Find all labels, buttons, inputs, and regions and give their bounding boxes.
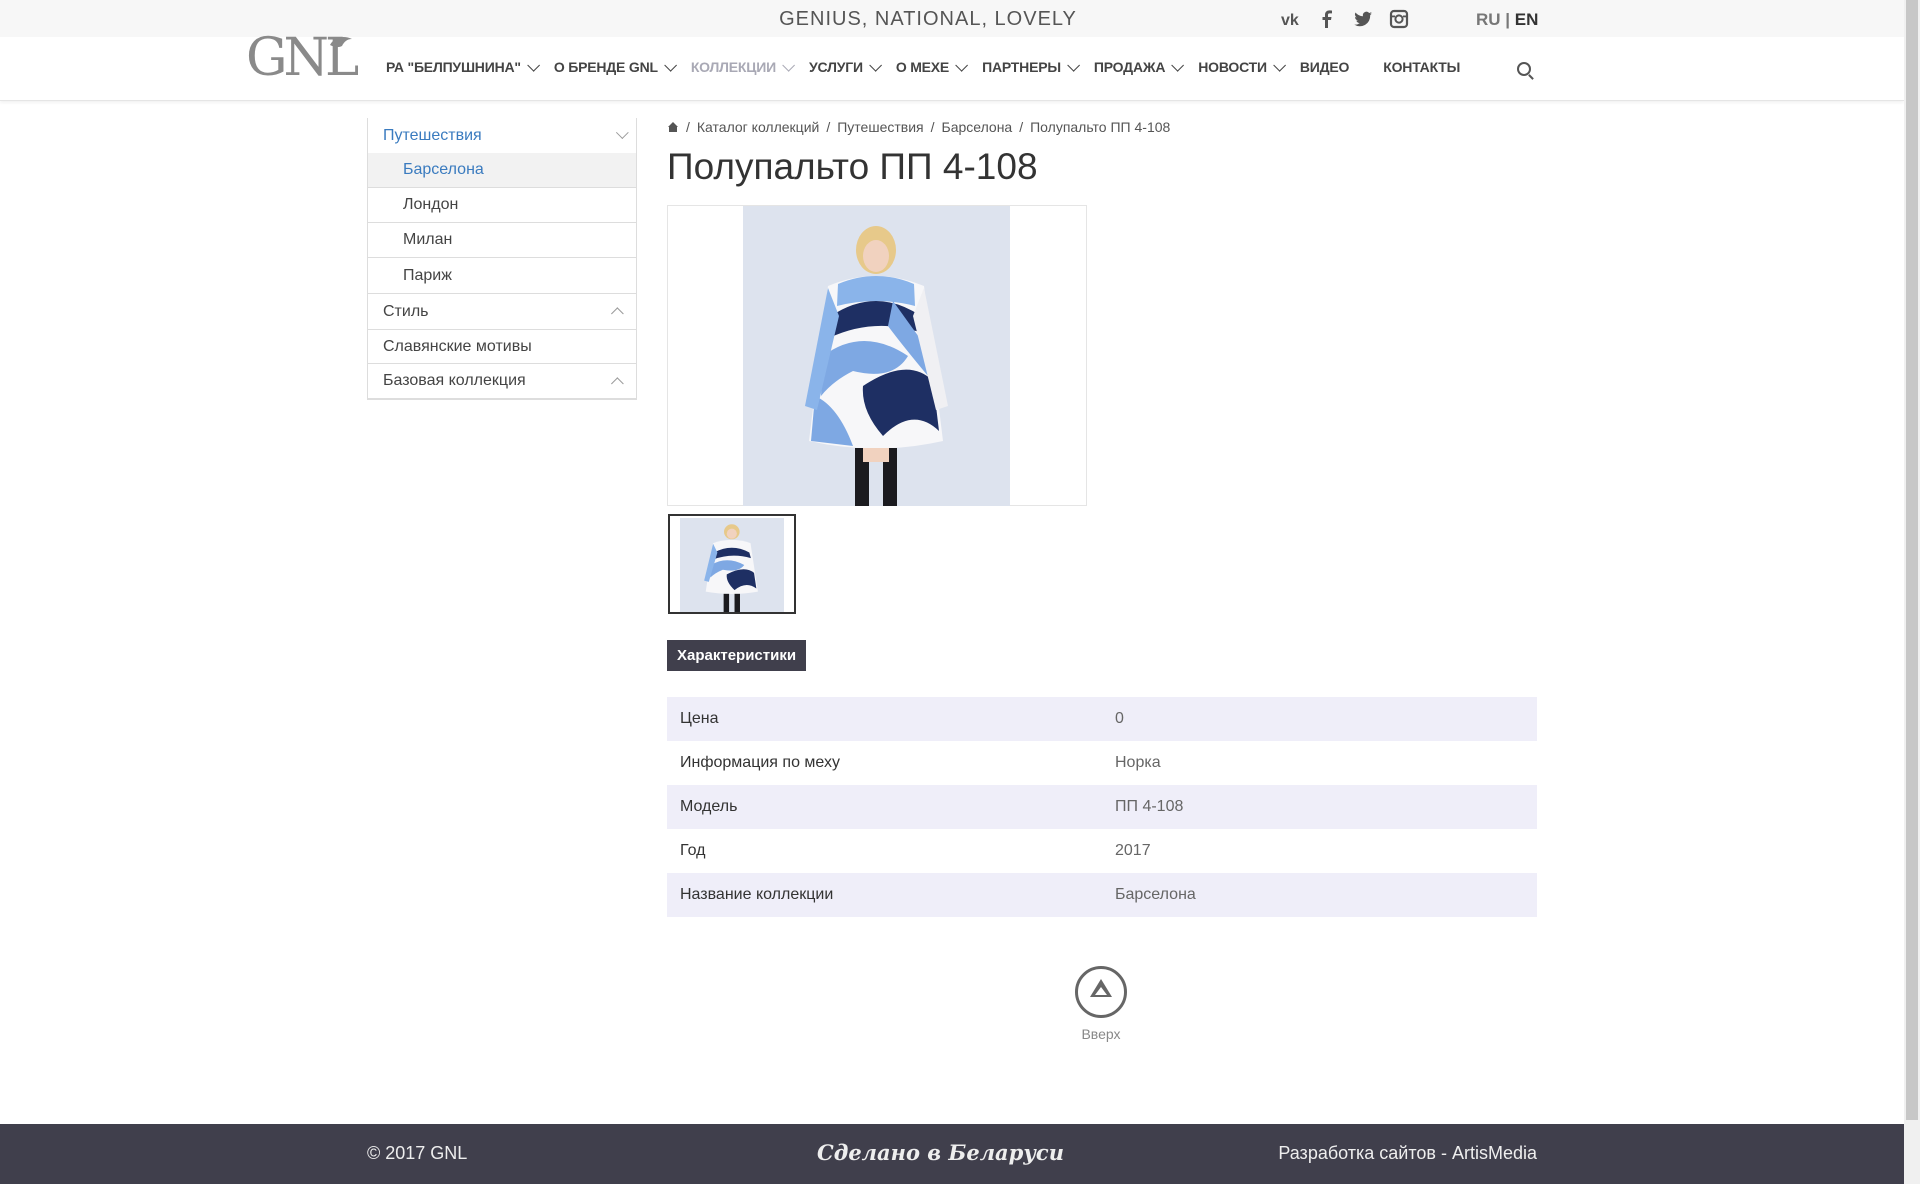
sidebar-item-travel[interactable]: Путешествия bbox=[368, 118, 636, 153]
spec-value: 2017 bbox=[1115, 842, 1151, 859]
sidebar-subitem-barcelona[interactable]: Барселона bbox=[368, 153, 636, 188]
language-switcher: RU | EN bbox=[1476, 10, 1538, 30]
chevron-up-icon[interactable] bbox=[611, 307, 624, 320]
nav-item-news[interactable]: НОВОСТИ bbox=[1198, 58, 1286, 75]
sidebar-item-base[interactable]: Базовая коллекция bbox=[368, 364, 636, 399]
header: GNL РА "БЕЛПУШНИНА" О БРЕНДЕ GNL КОЛЛЕКЦ… bbox=[0, 28, 1904, 101]
back-to-top-icon[interactable] bbox=[1075, 966, 1127, 1018]
nav-item-belpushnina[interactable]: РА "БЕЛПУШНИНА" bbox=[386, 58, 540, 75]
nav-item-about-fur[interactable]: О МЕХЕ bbox=[896, 58, 969, 75]
specs-table: Цена 0 Информация по меху Норка Модель П… bbox=[667, 697, 1537, 917]
product-main-image[interactable] bbox=[667, 205, 1087, 506]
category-sidebar: Путешествия Барселона Лондон Милан Париж… bbox=[367, 118, 637, 400]
coat-thumbnail-illustration bbox=[680, 518, 784, 612]
facebook-icon[interactable] bbox=[1316, 8, 1338, 30]
spec-key: Год bbox=[680, 842, 706, 859]
product-thumbnail[interactable] bbox=[668, 514, 796, 614]
spec-key: Модель bbox=[667, 785, 1102, 829]
spec-key: Название коллекции bbox=[667, 873, 1102, 917]
chevron-down-icon bbox=[869, 58, 882, 72]
sidebar-submenu-travel: Барселона Лондон Милан Париж bbox=[368, 153, 636, 294]
table-row: Название коллекции Барселона bbox=[667, 873, 1537, 917]
spec-value: Барселона bbox=[1102, 873, 1537, 917]
sidebar-item-label: Славянские мотивы bbox=[383, 337, 532, 355]
table-row: Год 2017 bbox=[667, 829, 1537, 873]
tab-characteristics[interactable]: Характеристики bbox=[667, 640, 807, 671]
sidebar-item-label: Стиль bbox=[383, 302, 429, 320]
breadcrumb: / Каталог коллекций / Путешествия / Барс… bbox=[667, 119, 1170, 135]
spec-value: Норка bbox=[1115, 754, 1161, 771]
sidebar-subitem-paris[interactable]: Париж bbox=[368, 258, 636, 293]
sidebar-subitem-london[interactable]: Лондон bbox=[368, 188, 636, 223]
table-row: Информация по меху Норка bbox=[667, 741, 1537, 785]
twitter-icon[interactable] bbox=[1352, 8, 1374, 30]
sidebar-item-label: Путешествия bbox=[383, 126, 482, 144]
chevron-up-icon[interactable] bbox=[611, 376, 624, 390]
lang-separator: | bbox=[1505, 10, 1511, 29]
spec-value: 0 bbox=[1102, 697, 1537, 741]
chevron-down-icon bbox=[955, 58, 969, 72]
logo[interactable]: GNL bbox=[246, 15, 363, 88]
footer: © 2017 GNL Сделано в Беларуси Разработка… bbox=[0, 1124, 1904, 1184]
sidebar-item-label: Базовая коллекция bbox=[383, 372, 526, 389]
footer-developer-link[interactable]: Разработка сайтов - ArtisMedia bbox=[1278, 1143, 1537, 1164]
social-links: vk bbox=[1280, 8, 1410, 30]
footer-copyright: © 2017 GNL bbox=[367, 1143, 468, 1163]
chevron-down-icon bbox=[664, 58, 677, 72]
scrollbar-thumb[interactable] bbox=[1906, 0, 1918, 1120]
spec-key: Цена bbox=[667, 697, 1102, 741]
spec-key: Информация по меху bbox=[680, 754, 840, 771]
breadcrumb-current: Полупальто ПП 4-108 bbox=[1030, 119, 1171, 135]
chevron-down-icon[interactable] bbox=[615, 126, 629, 140]
main-nav: РА "БЕЛПУШНИНА" О БРЕНДЕ GNL КОЛЛЕКЦИИ У… bbox=[386, 58, 1478, 75]
chevron-down-icon bbox=[1171, 58, 1185, 72]
chevron-down-icon bbox=[1273, 58, 1286, 72]
nav-item-video[interactable]: ВИДЕО bbox=[1300, 59, 1350, 75]
back-to-top-label[interactable]: Вверх bbox=[1061, 1026, 1141, 1042]
footer-made-in: Сделано в Беларуси bbox=[817, 1140, 1064, 1165]
chevron-down-icon bbox=[527, 58, 540, 72]
lang-en[interactable]: EN bbox=[1515, 10, 1539, 29]
logo-text: GNL bbox=[246, 28, 358, 81]
chevron-down-icon bbox=[1067, 58, 1080, 72]
chevron-down-icon bbox=[782, 58, 795, 72]
breadcrumb-catalog[interactable]: Каталог коллекций bbox=[697, 119, 819, 135]
nav-item-collections[interactable]: КОЛЛЕКЦИИ bbox=[691, 58, 795, 75]
home-icon[interactable] bbox=[667, 122, 679, 132]
search-icon[interactable] bbox=[1517, 62, 1531, 76]
lang-ru[interactable]: RU bbox=[1476, 10, 1501, 29]
table-row: Модель ПП 4-108 bbox=[667, 785, 1537, 829]
breadcrumb-travel[interactable]: Путешествия bbox=[837, 119, 923, 135]
coat-model-illustration bbox=[743, 206, 1010, 506]
table-row: Цена 0 bbox=[667, 697, 1537, 741]
nav-item-services[interactable]: УСЛУГИ bbox=[809, 58, 882, 75]
vk-icon[interactable]: vk bbox=[1280, 8, 1302, 30]
page-title: Полупальто ПП 4-108 bbox=[667, 146, 1038, 187]
nav-item-partners[interactable]: ПАРТНЕРЫ bbox=[982, 58, 1080, 75]
breadcrumb-barcelona[interactable]: Барселона bbox=[942, 119, 1013, 135]
sidebar-item-style[interactable]: Стиль bbox=[368, 294, 636, 329]
sidebar-subitem-milan[interactable]: Милан bbox=[368, 223, 636, 258]
sidebar-item-slavic[interactable]: Славянские мотивы bbox=[368, 329, 636, 364]
nav-item-contacts[interactable]: КОНТАКТЫ bbox=[1383, 59, 1460, 75]
nav-item-about-brand[interactable]: О БРЕНДЕ GNL bbox=[554, 58, 677, 75]
spec-value: ПП 4-108 bbox=[1102, 785, 1537, 829]
instagram-icon[interactable] bbox=[1388, 8, 1410, 30]
svg-text:vk: vk bbox=[1281, 12, 1299, 29]
nav-item-sales[interactable]: ПРОДАЖА bbox=[1094, 58, 1185, 75]
